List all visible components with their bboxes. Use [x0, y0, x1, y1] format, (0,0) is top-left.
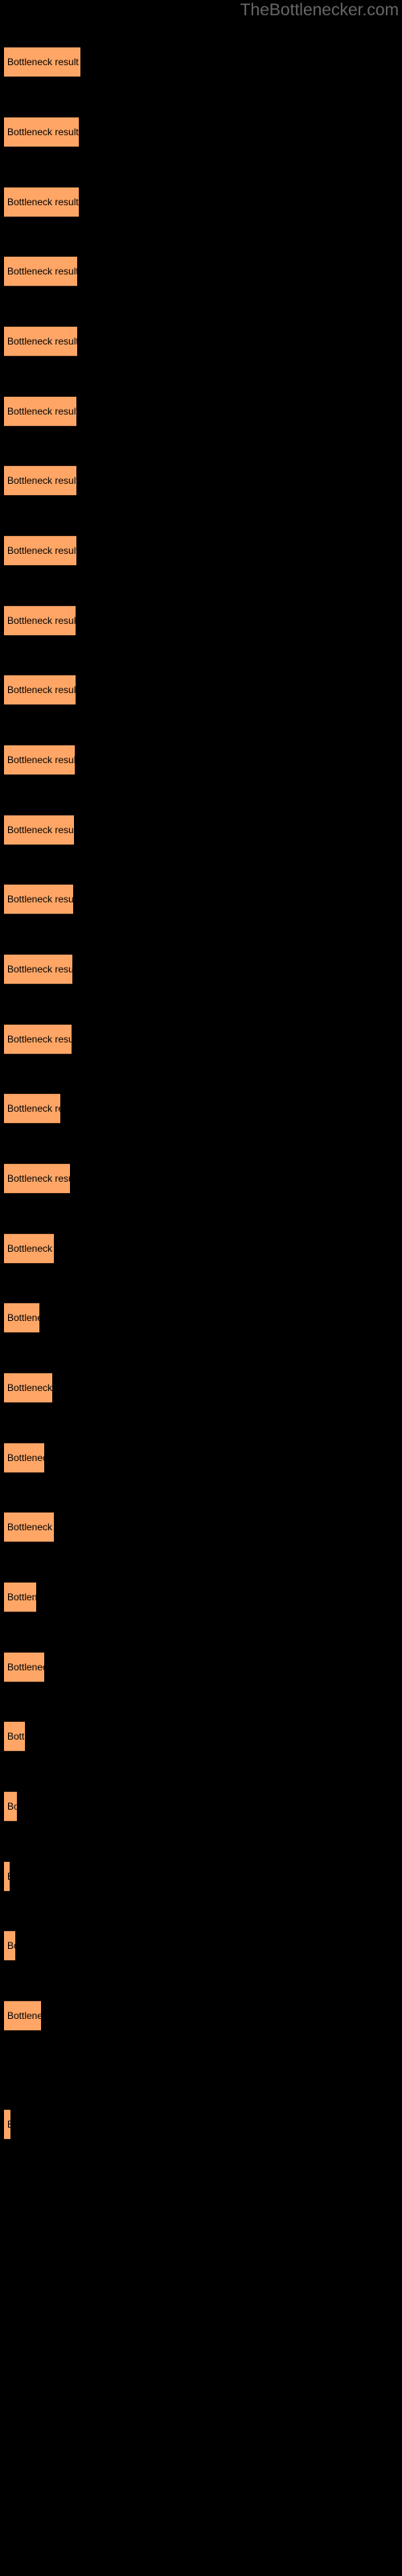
bar-label: Bottleneck result [7, 2119, 10, 2130]
bar-label: Bottleneck result [7, 754, 75, 766]
bar[interactable]: Bottleneck result [4, 535, 76, 566]
bar[interactable]: Bottleneck result [4, 1024, 72, 1055]
bar-row: Bottleneck result [0, 605, 402, 636]
bar-row: Bottleneck result [0, 326, 402, 357]
bar-row: Bottleneck result [0, 1512, 402, 1542]
bar-row: Bottleneck result [0, 1652, 402, 1682]
bar-row: Bottleneck result [0, 1791, 402, 1822]
bar[interactable]: Bottleneck result [4, 1652, 44, 1682]
bar[interactable]: Bottleneck result [4, 1791, 17, 1822]
bar[interactable]: Bottleneck result [4, 2109, 10, 2140]
bar[interactable]: Bottleneck result [4, 1093, 60, 1124]
bar[interactable]: Bottleneck result [4, 815, 74, 845]
bar-row: Bottleneck result [0, 2000, 402, 2031]
bar-label: Bottleneck result [7, 196, 79, 208]
bar-label: Bottleneck result [7, 126, 79, 138]
bar-row: Bottleneck result [0, 745, 402, 775]
bar[interactable]: Bottleneck result [4, 1302, 39, 1333]
bar[interactable]: Bottleneck result [4, 326, 77, 357]
bar[interactable]: Bottleneck result [4, 187, 79, 217]
bar-chart-plot-area: Bottleneck result Bottleneck result Bottle… [0, 0, 402, 2576]
bar-row: Bottleneck result [0, 117, 402, 147]
bar-row: Bottleneck result [0, 815, 402, 845]
bar[interactable]: Bottleneck result [4, 745, 75, 775]
bar-label: Bottleneck result [7, 475, 76, 486]
bar-label: Bottleneck result [7, 1662, 44, 1673]
bar-label: Bottleneck result [7, 1173, 70, 1184]
bar-row: Bottleneck result [0, 1582, 402, 1612]
bar-label: Bottleneck result [7, 1591, 36, 1603]
bar[interactable]: Bottleneck result [4, 1721, 25, 1752]
bar-label: Bottleneck result [7, 684, 76, 696]
bar-row: Bottleneck result [0, 954, 402, 985]
bar-row: Bottleneck result [0, 1024, 402, 1055]
bar-label: Bottleneck result [7, 824, 74, 836]
bar[interactable]: Bottleneck result [4, 2000, 41, 2031]
bar[interactable]: Bottleneck result [4, 1582, 36, 1612]
bar-label: Bottleneck result [7, 56, 79, 68]
bar[interactable]: Bottleneck result [4, 1930, 15, 1961]
bar[interactable]: Bottleneck result [4, 396, 76, 427]
bar-row: Bottleneck result [0, 2109, 402, 2140]
bar[interactable]: Bottleneck result [4, 1861, 10, 1892]
bar-label: Bottleneck result [7, 1940, 15, 1951]
bar[interactable]: Bottleneck result [4, 1233, 54, 1264]
bar-row: Bottleneck result [0, 884, 402, 914]
bar[interactable]: Bottleneck result [4, 884, 73, 914]
bar-label: Bottleneck result [7, 1103, 60, 1114]
bar-row: Bottleneck result [0, 465, 402, 496]
bar[interactable]: Bottleneck result [4, 465, 76, 496]
bar-label: Bottleneck result [7, 2010, 41, 2021]
bar-row: Bottleneck result [0, 535, 402, 566]
bar-label: Bottleneck result [7, 1452, 44, 1463]
bar-label: Bottleneck result [7, 545, 76, 556]
bar-row: Bottleneck result [0, 1093, 402, 1124]
bar-label: Bottleneck result [7, 1731, 25, 1742]
bar-label: Bottleneck result [7, 894, 73, 905]
bar-label: Bottleneck result [7, 1034, 72, 1045]
bar-row: Bottleneck result [0, 675, 402, 705]
bar-row: Bottleneck result [0, 396, 402, 427]
bar[interactable]: Bottleneck result [4, 1163, 70, 1194]
bar-row: Bottleneck result [0, 47, 402, 77]
bar-row: Bottleneck result [0, 1443, 402, 1473]
bar-row: Bottleneck result [0, 1721, 402, 1752]
bar-label: Bottleneck result [7, 1801, 17, 1812]
bar[interactable]: Bottleneck result [4, 675, 76, 705]
bar-label: Bottleneck result [7, 1521, 54, 1533]
bar[interactable]: Bottleneck result [4, 1373, 52, 1403]
bar-label: Bottleneck result [7, 1312, 39, 1323]
bar-row: Bottleneck result [0, 256, 402, 287]
bar-row: Bottleneck result [0, 187, 402, 217]
bar-label: Bottleneck result [7, 406, 76, 417]
chart-page: TheBottlenecker.com Bottleneck result Bot… [0, 0, 402, 2576]
bar-row: Bottleneck result [0, 1233, 402, 1264]
bar-label: Bottleneck result [7, 615, 76, 626]
bar[interactable]: Bottleneck result [4, 954, 72, 985]
bar-label: Bottleneck result [7, 266, 77, 277]
bar[interactable]: Bottleneck result [4, 1443, 44, 1473]
bar-label: Bottleneck result [7, 1243, 54, 1254]
bar-label: Bottleneck result [7, 336, 77, 347]
bar-row: Bottleneck result [0, 1930, 402, 1961]
bar[interactable]: Bottleneck result [4, 1512, 54, 1542]
bar-row: Bottleneck result [0, 1302, 402, 1333]
bar-label: Bottleneck result [7, 964, 72, 975]
bar-row: Bottleneck result [0, 1373, 402, 1403]
bar[interactable]: Bottleneck result [4, 117, 79, 147]
bar-label: Bottleneck result [7, 1871, 10, 1882]
bar[interactable]: Bottleneck result [4, 256, 77, 287]
bar-label: Bottleneck result [7, 1382, 52, 1393]
bar-row: Bottleneck result [0, 1861, 402, 1892]
bar[interactable]: Bottleneck result [4, 47, 80, 77]
bar-row: Bottleneck result [0, 1163, 402, 1194]
bar[interactable]: Bottleneck result [4, 605, 76, 636]
